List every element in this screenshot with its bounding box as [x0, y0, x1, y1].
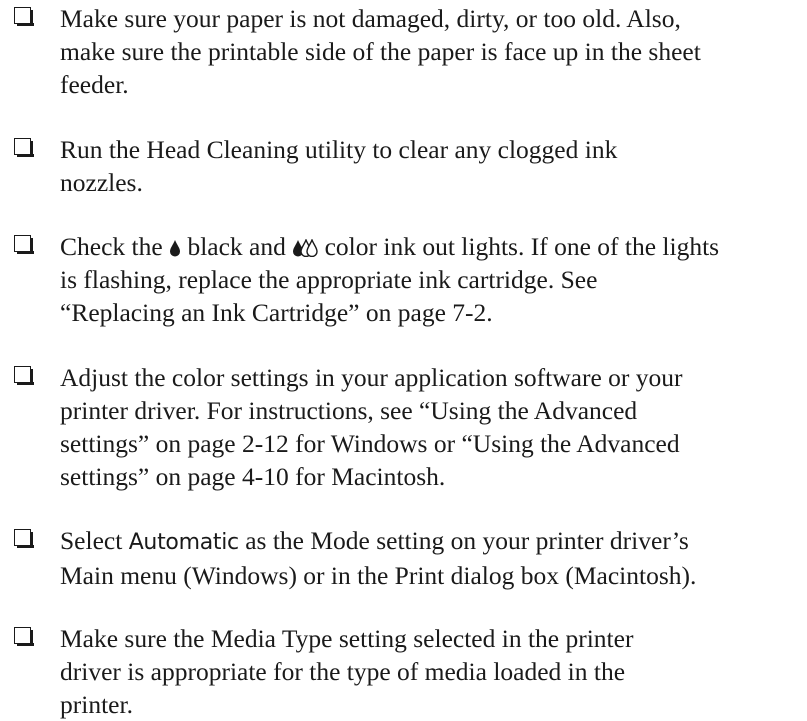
line: printer driver. For instructions, see “U… — [60, 396, 638, 425]
line: Check the black and color ink out lights… — [60, 230, 804, 263]
color-ink-drops-icon — [293, 239, 318, 257]
black-label: black and — [187, 232, 286, 261]
line: printer. — [60, 690, 133, 719]
line-start: Select — [60, 526, 123, 555]
line: “Replacing an Ink Cartridge” on page 7-2… — [60, 298, 493, 327]
checkbox-bullet-icon — [14, 627, 34, 646]
list-item: Make sure the Media Type setting selecte… — [14, 622, 804, 721]
checkbox-bullet-icon — [14, 7, 34, 26]
checkbox-bullet-icon — [14, 529, 34, 548]
line: settings” on page 4-10 for Macintosh. — [60, 462, 446, 491]
list-item: Select Automatic as the Mode setting on … — [14, 524, 804, 592]
item-text: Make sure your paper is not damaged, dir… — [60, 2, 804, 101]
line: Adjust the color settings in your applic… — [60, 363, 683, 392]
line: Main menu (Windows) or in the Print dial… — [60, 561, 697, 590]
document-page: Make sure your paper is not damaged, dir… — [0, 0, 807, 719]
item-text: Select Automatic as the Mode setting on … — [60, 524, 804, 592]
item-text: Check the black and color ink out lights… — [60, 230, 804, 329]
list-item: Make sure your paper is not damaged, dir… — [14, 2, 804, 101]
line: make sure the printable side of the pape… — [60, 37, 701, 66]
item-text: Adjust the color settings in your applic… — [60, 361, 804, 493]
line: Make sure your paper is not damaged, dir… — [60, 4, 681, 33]
line: is flashing, replace the appropriate ink… — [60, 265, 598, 294]
line: settings” on page 2-12 for Windows or “U… — [60, 429, 680, 458]
checkbox-bullet-icon — [14, 235, 34, 254]
list-item: Check the black and color ink out lights… — [14, 230, 804, 329]
black-ink-drop-icon — [170, 240, 181, 257]
line-start: Check the — [60, 232, 163, 261]
line: nozzles. — [60, 168, 143, 197]
line: driver is appropriate for the type of me… — [60, 657, 626, 686]
mode-automatic: Automatic — [128, 530, 239, 555]
line: Select Automatic as the Mode setting on … — [60, 524, 804, 559]
item-text: Make sure the Media Type setting selecte… — [60, 622, 804, 721]
checkbox-bullet-icon — [14, 366, 34, 385]
line: Run the Head Cleaning utility to clear a… — [60, 135, 618, 164]
list-item: Adjust the color settings in your applic… — [14, 361, 804, 493]
list-item: Run the Head Cleaning utility to clear a… — [14, 133, 804, 199]
color-label: color ink out lights. If one of the ligh… — [324, 232, 720, 261]
checkbox-bullet-icon — [14, 138, 34, 157]
line: feeder. — [60, 70, 129, 99]
line: Make sure the Media Type setting selecte… — [60, 624, 634, 653]
line-end: as the Mode setting on your printer driv… — [245, 526, 689, 555]
item-text: Run the Head Cleaning utility to clear a… — [60, 133, 804, 199]
